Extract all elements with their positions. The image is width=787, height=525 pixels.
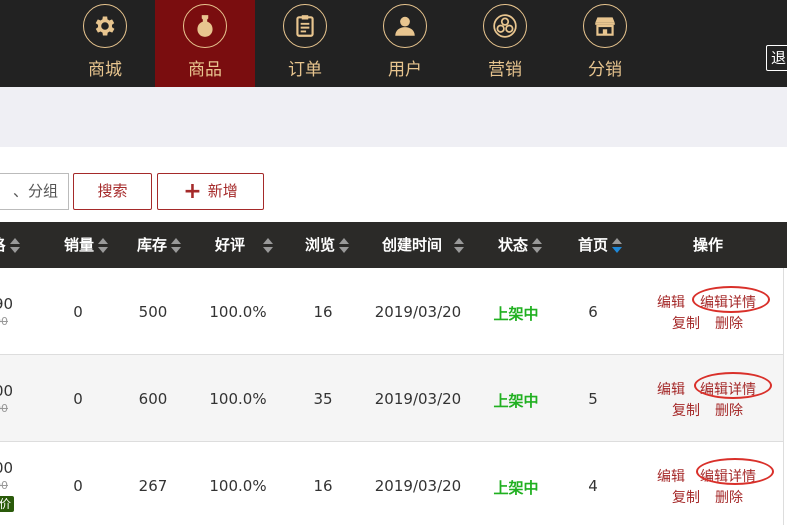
plus-icon: + <box>183 179 202 204</box>
store-icon <box>583 4 627 48</box>
original-price: 00 <box>0 479 8 492</box>
column-header-views[interactable]: 浏览 <box>295 222 359 268</box>
promo-badge: 价 <box>0 496 14 512</box>
sort-icon <box>263 237 273 254</box>
status-badge: 上架中 <box>493 479 539 497</box>
add-button-label: 新增 <box>207 182 238 200</box>
edit-detail-link[interactable]: 编辑详情 <box>700 292 756 312</box>
nav-label: 营销 <box>488 60 522 80</box>
nav-item-users[interactable]: 用户 <box>355 0 455 87</box>
edit-detail-link[interactable]: 编辑详情 <box>700 379 756 399</box>
column-header-stock[interactable]: 库存 <box>128 222 190 268</box>
top-navigation-bar: 商城 商品 订单 用户 营销 分销 退 <box>0 0 787 87</box>
copy-link[interactable]: 复制 <box>672 400 700 420</box>
nav-label: 商品 <box>188 60 222 80</box>
search-input[interactable]: 、分组 <box>0 173 69 210</box>
add-button[interactable]: + 新增 <box>157 173 264 210</box>
stock-cell: 500 <box>138 303 168 321</box>
column-header-sales[interactable]: 销量 <box>55 222 117 268</box>
table-row: 00 00 0 600 100.0% 35 2019/03/20 上架中 5 编… <box>0 355 784 442</box>
nav-label: 订单 <box>288 60 322 80</box>
clipboard-icon <box>283 4 327 48</box>
edit-link[interactable]: 编辑 <box>657 379 685 399</box>
home-order-cell: 5 <box>588 390 598 408</box>
column-header-created[interactable]: 创建时间 <box>370 222 476 268</box>
sales-cell: 0 <box>73 303 83 321</box>
sales-cell: 0 <box>73 390 83 408</box>
nav-label: 分销 <box>588 60 622 80</box>
delete-link[interactable]: 删除 <box>715 400 743 420</box>
nav-item-marketing[interactable]: 营销 <box>455 0 555 87</box>
nav-item-mall[interactable]: 商城 <box>55 0 155 87</box>
views-cell: 35 <box>313 390 333 408</box>
column-header-price[interactable]: 格 <box>0 222 40 268</box>
search-button[interactable]: 搜索 <box>73 173 152 210</box>
bottle-icon <box>183 4 227 48</box>
status-badge: 上架中 <box>493 305 539 323</box>
marketing-icon <box>483 4 527 48</box>
column-header-home[interactable]: 首页 <box>568 222 632 268</box>
sort-icon <box>9 237 20 254</box>
rating-cell: 100.0% <box>209 477 267 495</box>
logout-button[interactable]: 退 <box>766 45 787 71</box>
column-header-status[interactable]: 状态 <box>488 222 552 268</box>
rating-cell: 100.0% <box>209 390 267 408</box>
table-row: 00 00 价 0 267 100.0% 16 2019/03/20 上架中 4… <box>0 442 784 525</box>
column-header-actions: 操作 <box>692 236 723 254</box>
price: 00 <box>0 382 14 400</box>
edit-link[interactable]: 编辑 <box>657 292 685 312</box>
views-cell: 16 <box>313 303 333 321</box>
sales-cell: 0 <box>73 477 83 495</box>
stock-cell: 600 <box>138 390 168 408</box>
nav-label: 商城 <box>88 60 122 80</box>
nav-item-distribution[interactable]: 分销 <box>555 0 655 87</box>
status-badge: 上架中 <box>493 392 539 410</box>
sort-icon <box>98 237 108 254</box>
sort-icon <box>171 237 181 254</box>
created-cell: 2019/03/20 <box>374 390 462 408</box>
nav-label: 用户 <box>388 60 422 80</box>
table-header: 格 销量 库存 好评 浏览 创建时间 状态 首页 操作 <box>0 222 787 268</box>
original-price: 00 <box>0 315 8 328</box>
created-cell: 2019/03/20 <box>374 303 462 321</box>
delete-link[interactable]: 删除 <box>715 313 743 333</box>
original-price: 00 <box>0 402 8 415</box>
price: 90 <box>0 295 14 313</box>
delete-link[interactable]: 删除 <box>715 487 743 507</box>
edit-detail-link[interactable]: 编辑详情 <box>700 466 756 486</box>
copy-link[interactable]: 复制 <box>672 487 700 507</box>
rating-cell: 100.0% <box>209 303 267 321</box>
home-order-cell: 4 <box>588 477 598 495</box>
edit-link[interactable]: 编辑 <box>657 466 685 486</box>
nav-item-products[interactable]: 商品 <box>155 0 255 87</box>
home-order-cell: 6 <box>588 303 598 321</box>
price: 00 <box>0 459 14 477</box>
gear-icon <box>83 4 127 48</box>
views-cell: 16 <box>313 477 333 495</box>
sort-icon <box>454 237 464 254</box>
sort-icon <box>532 237 542 254</box>
column-header-rating[interactable]: 好评 <box>200 222 288 268</box>
user-icon <box>383 4 427 48</box>
stock-cell: 267 <box>138 477 168 495</box>
created-cell: 2019/03/20 <box>374 477 462 495</box>
page-header-band <box>0 87 787 147</box>
nav-item-orders[interactable]: 订单 <box>255 0 355 87</box>
sort-icon <box>339 237 349 254</box>
copy-link[interactable]: 复制 <box>672 313 700 333</box>
sort-icon <box>612 237 622 254</box>
table-row: 90 00 0 500 100.0% 16 2019/03/20 上架中 6 编… <box>0 268 784 355</box>
